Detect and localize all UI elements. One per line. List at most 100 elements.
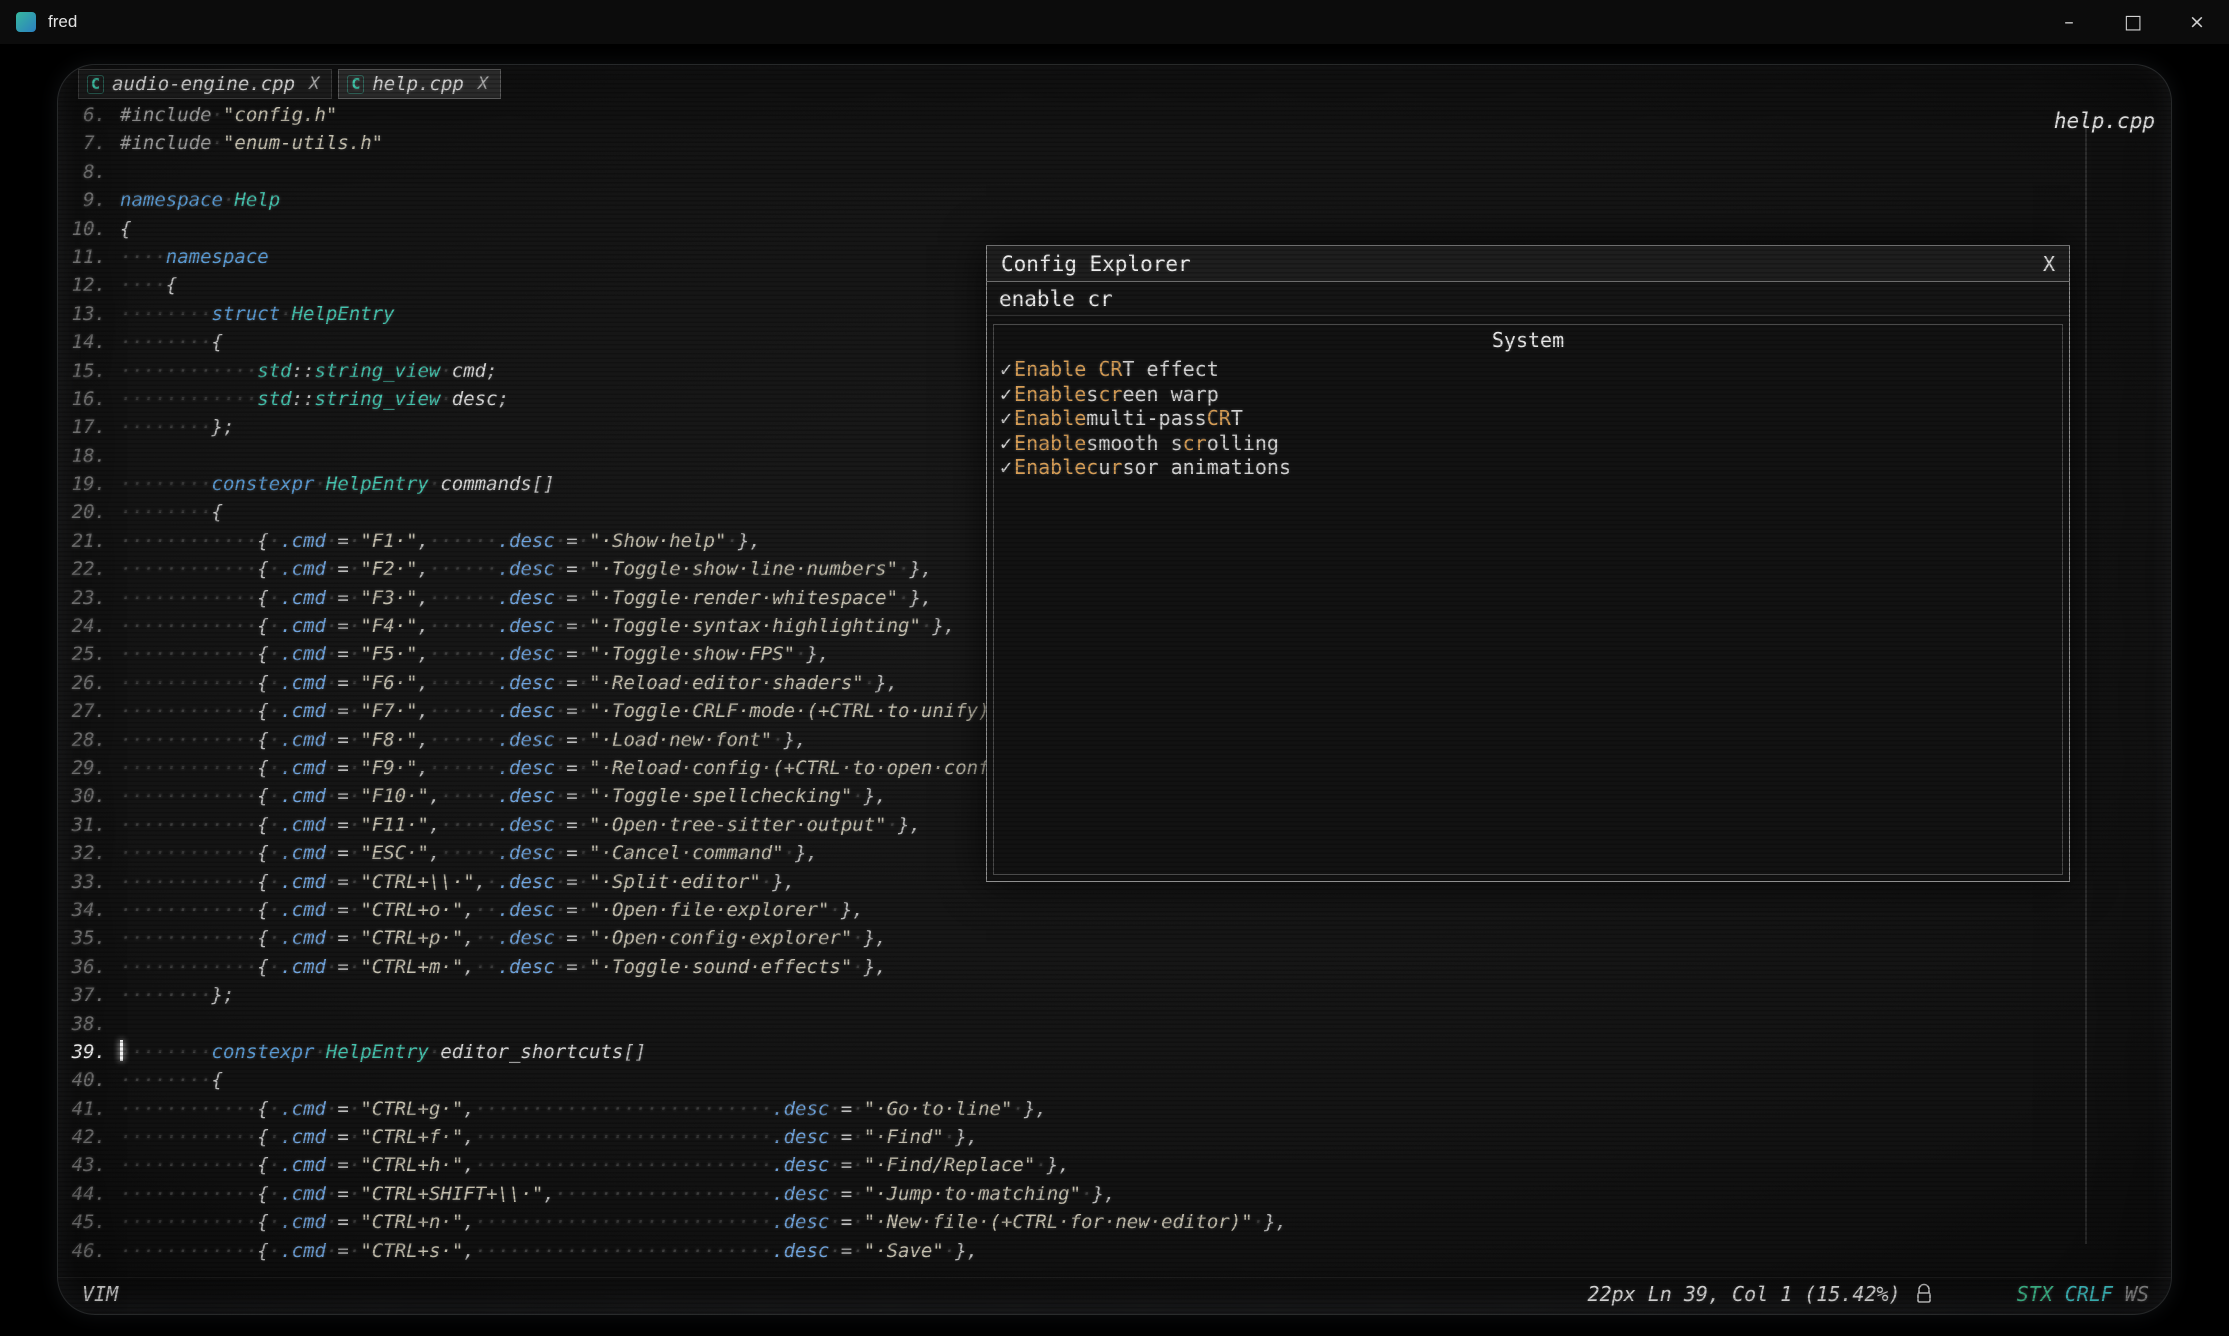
code-line-text: ········}; bbox=[120, 981, 234, 1009]
editor-scrollbar[interactable] bbox=[2085, 125, 2087, 1244]
code-token: ············ bbox=[120, 1211, 257, 1233]
dialog-close-button[interactable]: X bbox=[2043, 252, 2055, 276]
code-token: · bbox=[555, 785, 566, 807]
config-option-enable-cursor-animations[interactable]: ✓Enable cursor animations bbox=[994, 455, 2062, 480]
code-token: "·Toggle·show·FPS" bbox=[589, 643, 795, 665]
checkbox-checked-icon[interactable]: ✓ bbox=[1000, 455, 1012, 480]
code-line-text: ············{·.cmd·=·"CTRL+n·",·········… bbox=[120, 1208, 1287, 1236]
code-token: · bbox=[326, 729, 337, 751]
code-token: · bbox=[898, 558, 909, 580]
code-token: }, bbox=[772, 871, 795, 893]
code-line-6[interactable]: 6.#include·"config.h" bbox=[58, 101, 2081, 129]
maximize-button[interactable]: □ bbox=[2101, 0, 2165, 44]
code-line-43[interactable]: 43.············{·.cmd·=·"CTRL+h·",······… bbox=[58, 1151, 2081, 1179]
checkbox-checked-icon[interactable]: ✓ bbox=[1000, 357, 1012, 382]
code-token: , bbox=[418, 558, 429, 580]
code-token: std bbox=[257, 360, 291, 382]
checkbox-checked-icon[interactable]: ✓ bbox=[1000, 431, 1012, 456]
code-token: "CTRL+f·" bbox=[360, 1126, 463, 1148]
code-line-8[interactable]: 8. bbox=[58, 158, 2081, 186]
code-token: ····· bbox=[440, 842, 497, 864]
code-token: ············ bbox=[120, 1240, 257, 1262]
tab-close-button[interactable]: X bbox=[309, 74, 319, 94]
tab-close-button[interactable]: X bbox=[478, 74, 488, 94]
code-token: .desc bbox=[498, 785, 555, 807]
code-line-41[interactable]: 41.············{·.cmd·=·"CTRL+g·",······… bbox=[58, 1095, 2081, 1123]
code-token: :: bbox=[292, 360, 315, 382]
tab-audio-engine.cpp[interactable]: Caudio-engine.cppX bbox=[78, 69, 332, 99]
minimize-button[interactable]: – bbox=[2037, 0, 2101, 44]
code-token: "·Go·to·line" bbox=[864, 1098, 1013, 1120]
code-token: · bbox=[349, 1183, 360, 1205]
window-controls: – □ × bbox=[2037, 0, 2229, 44]
code-token: ·························· bbox=[475, 1098, 772, 1120]
code-token: ······ bbox=[429, 672, 498, 694]
code-token: · bbox=[555, 558, 566, 580]
crt-screen: Caudio-engine.cppXChelp.cppX help.cpp 6.… bbox=[57, 64, 2172, 1315]
config-option-enable-screen-warp[interactable]: ✓Enable screen warp bbox=[994, 382, 2062, 407]
code-line-44[interactable]: 44.············{·.cmd·=·"CTRL+SHIFT+\\·"… bbox=[58, 1180, 2081, 1208]
code-token: .desc bbox=[772, 1183, 829, 1205]
checkbox-checked-icon[interactable]: ✓ bbox=[1000, 382, 1012, 407]
code-token: { bbox=[257, 558, 268, 580]
config-search-input[interactable]: enable cr bbox=[987, 282, 2069, 316]
code-line-46[interactable]: 46.············{·.cmd·=·"CTRL+s·",······… bbox=[58, 1237, 2081, 1265]
code-token: = bbox=[337, 871, 348, 893]
tab-help.cpp[interactable]: Chelp.cppX bbox=[338, 69, 501, 99]
code-token: · bbox=[269, 842, 280, 864]
code-token: "·Cancel·command" bbox=[589, 842, 783, 864]
code-token: ······ bbox=[429, 530, 498, 552]
code-token: · bbox=[578, 530, 589, 552]
line-number: 7. bbox=[58, 129, 120, 157]
option-label-segment: Enable bbox=[1014, 431, 1086, 456]
code-line-7[interactable]: 7.#include·"enum-utils.h" bbox=[58, 129, 2081, 157]
code-token: = bbox=[337, 672, 348, 694]
code-token: "config.h" bbox=[223, 104, 337, 126]
line-number: 14. bbox=[58, 328, 120, 356]
code-line-39[interactable]: 39.········constexpr·HelpEntry·editor_sh… bbox=[58, 1038, 2081, 1066]
code-token: string_view bbox=[315, 388, 441, 410]
code-token: }, bbox=[1093, 1183, 1116, 1205]
code-token: = bbox=[337, 615, 348, 637]
code-line-45[interactable]: 45.············{·.cmd·=·"CTRL+n·",······… bbox=[58, 1208, 2081, 1236]
code-token: constexpr bbox=[212, 1041, 315, 1063]
code-line-42[interactable]: 42.············{·.cmd·=·"CTRL+f·",······… bbox=[58, 1123, 2081, 1151]
code-token: .desc bbox=[772, 1154, 829, 1176]
code-token: .desc bbox=[498, 615, 555, 637]
code-token: · bbox=[578, 871, 589, 893]
code-line-text: ········}; bbox=[120, 413, 234, 441]
code-token: · bbox=[349, 899, 360, 921]
code-token: ·························· bbox=[475, 1240, 772, 1262]
code-token: .desc bbox=[498, 871, 555, 893]
code-line-9[interactable]: 9.namespace·Help bbox=[58, 186, 2081, 214]
line-number: 45. bbox=[58, 1208, 120, 1236]
code-line-34[interactable]: 34.············{·.cmd·=·"CTRL+o·",··.des… bbox=[58, 896, 2081, 924]
close-button[interactable]: × bbox=[2165, 0, 2229, 44]
code-token: { bbox=[257, 785, 268, 807]
code-token: , bbox=[418, 615, 429, 637]
code-token: "F2·" bbox=[360, 558, 417, 580]
checkbox-checked-icon[interactable]: ✓ bbox=[1000, 406, 1012, 431]
code-token: = bbox=[841, 1211, 852, 1233]
code-line-40[interactable]: 40.········{ bbox=[58, 1066, 2081, 1094]
code-line-text: ············{·.cmd·=·"F5·",······.desc·=… bbox=[120, 640, 829, 668]
code-token: .cmd bbox=[280, 643, 326, 665]
code-token: · bbox=[326, 700, 337, 722]
code-token: "·Open·tree-sitter·output" bbox=[589, 814, 886, 836]
option-label-segment: s bbox=[1086, 382, 1098, 407]
code-line-37[interactable]: 37.········}; bbox=[58, 981, 2081, 1009]
code-token: · bbox=[326, 1154, 337, 1176]
code-line-36[interactable]: 36.············{·.cmd·=·"CTRL+m·",··.des… bbox=[58, 953, 2081, 981]
config-option-enable-crt-effect[interactable]: ✓Enable CRT effect bbox=[994, 357, 2062, 382]
code-line-35[interactable]: 35.············{·.cmd·=·"CTRL+p·",··.des… bbox=[58, 924, 2081, 952]
code-line-38[interactable]: 38. bbox=[58, 1010, 2081, 1038]
code-token: · bbox=[212, 132, 223, 154]
code-token: · bbox=[349, 814, 360, 836]
code-line-text: ············{·.cmd·=·"CTRL+p·",··.desc·=… bbox=[120, 924, 887, 952]
code-line-10[interactable]: 10.{ bbox=[58, 215, 2081, 243]
code-token: std bbox=[257, 388, 291, 410]
config-option-enable-multi-pass-crt[interactable]: ✓Enable multi-pass CRT bbox=[994, 406, 2062, 431]
code-token: · bbox=[349, 700, 360, 722]
config-option-enable-smooth-scrolling[interactable]: ✓Enable smooth scrolling bbox=[994, 431, 2062, 456]
code-token: ············ bbox=[120, 530, 257, 552]
